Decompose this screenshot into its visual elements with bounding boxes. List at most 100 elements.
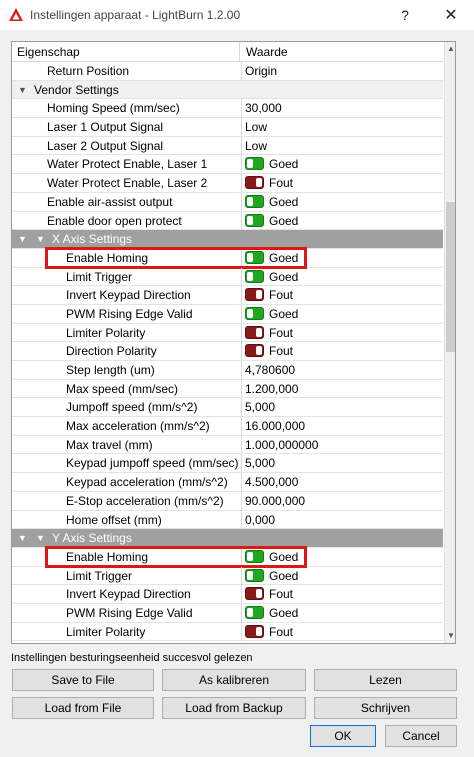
property-row[interactable]: Step length (um) 4,780600 [12, 361, 443, 380]
property-value[interactable]: Origin [241, 62, 443, 80]
property-row[interactable]: Enable Homing Goed [12, 246, 443, 269]
property-row[interactable]: Invert Keypad Direction Fout [12, 286, 443, 305]
property-value[interactable]: 5,000 [241, 454, 443, 473]
property-row[interactable]: Limit Trigger Goed [12, 267, 443, 287]
property-row[interactable]: Limit Trigger Goed [12, 566, 443, 586]
property-value[interactable]: Fout [241, 622, 443, 641]
subgroup-row[interactable]: ▼ ▼ X Axis Settings [12, 230, 443, 249]
property-value-text: Goed [269, 213, 299, 228]
property-value[interactable]: Goed [241, 155, 443, 174]
property-row[interactable]: Return Position Origin [12, 62, 443, 81]
ok-button[interactable]: OK [310, 725, 376, 747]
expand-chevron-icon[interactable]: ▼ [18, 81, 27, 99]
toggle-off-icon[interactable] [245, 344, 264, 358]
cancel-button[interactable]: Cancel [385, 725, 457, 747]
toggle-on-icon[interactable] [245, 250, 264, 264]
property-value[interactable]: Low [241, 118, 443, 137]
property-row[interactable]: PWM Rising Edge Valid Goed [12, 603, 443, 623]
property-value[interactable]: Goed [241, 248, 443, 267]
toggle-on-icon[interactable] [245, 194, 264, 208]
column-header-value[interactable]: Waarde [241, 42, 288, 62]
toggle-on-icon[interactable] [245, 605, 264, 619]
property-row[interactable]: E-Stop acceleration (mm/s^2) 90.000,000 [12, 491, 443, 511]
property-row[interactable]: Max speed (mm/sec) 1.200,000 [12, 379, 443, 399]
toggle-on-icon[interactable] [245, 306, 264, 320]
close-button[interactable]: ✕ [428, 0, 474, 30]
property-row[interactable]: Direction Polarity Fout [12, 342, 443, 361]
property-value[interactable]: Low [241, 136, 443, 155]
property-value[interactable]: 0,000 [241, 510, 443, 529]
property-value[interactable]: Fout [241, 342, 443, 361]
property-value[interactable]: 90.000,000 [241, 491, 443, 510]
column-header-property[interactable]: Eigenschap [12, 42, 240, 62]
property-row[interactable]: Limiter Polarity Fout [12, 622, 443, 642]
property-row[interactable]: Max acceleration (mm/s^2) 16.000,000 [12, 417, 443, 436]
property-row[interactable]: Homing Speed (mm/sec) 30,000 [12, 99, 443, 119]
property-value[interactable]: Goed [241, 547, 443, 566]
scroll-down-arrow-icon[interactable]: ▼ [445, 629, 455, 643]
property-value-text: Fout [269, 176, 294, 191]
expand-chevron-icon[interactable]: ▼ [36, 230, 45, 248]
group-row[interactable]: ▼ Vendor Settings [12, 80, 443, 100]
property-value[interactable]: 4.500,000 [241, 473, 443, 492]
toggle-off-icon[interactable] [245, 624, 264, 638]
toggle-on-icon[interactable] [245, 157, 264, 171]
property-value[interactable]: 1.000,000000 [241, 435, 443, 454]
read-button[interactable]: Lezen [314, 669, 457, 691]
property-value[interactable]: Goed [241, 267, 443, 286]
property-value[interactable]: Fout [241, 323, 443, 342]
expand-chevron-icon[interactable]: ▼ [18, 230, 27, 248]
property-row[interactable]: PWM Rising Edge Valid Goed [12, 304, 443, 324]
property-row[interactable]: Jumpoff speed (mm/s^2) 5,000 [12, 398, 443, 418]
property-row[interactable]: Limiter Polarity Fout [12, 323, 443, 343]
expand-chevron-icon[interactable]: ▼ [18, 529, 27, 547]
load-from-backup-button[interactable]: Load from Backup [162, 697, 306, 719]
toggle-off-icon[interactable] [245, 288, 264, 302]
help-button[interactable]: ? [382, 0, 428, 30]
property-value[interactable]: Fout [241, 174, 443, 193]
property-row[interactable]: Enable air-assist output Goed [12, 192, 443, 212]
property-row[interactable]: Keypad acceleration (mm/s^2) 4.500,000 [12, 473, 443, 492]
property-value[interactable]: 30,000 [241, 99, 443, 118]
property-row[interactable]: Water Protect Enable, Laser 1 Goed [12, 155, 443, 175]
toggle-on-icon[interactable] [245, 568, 264, 582]
scroll-up-arrow-icon[interactable]: ▲ [445, 42, 455, 56]
toggle-on-icon[interactable] [245, 269, 264, 283]
property-value[interactable]: Goed [241, 566, 443, 585]
property-row[interactable]: Enable door open protect Goed [12, 211, 443, 231]
property-row[interactable]: Water Protect Enable, Laser 2 Fout [12, 174, 443, 193]
property-row[interactable]: Enable Homing Goed [12, 545, 443, 568]
property-value[interactable]: 4,780600 [241, 361, 443, 379]
toggle-off-icon[interactable] [245, 176, 264, 190]
property-row[interactable]: Invert Keypad Direction Fout [12, 585, 443, 604]
subgroup-row[interactable]: ▼ ▼ Y Axis Settings [12, 529, 443, 548]
property-row[interactable]: Keypad jumpoff speed (mm/sec) 5,000 [12, 454, 443, 474]
expand-chevron-icon[interactable]: ▼ [36, 529, 45, 547]
toggle-off-icon[interactable] [245, 325, 264, 339]
calibrate-axis-button[interactable]: As kalibreren [162, 669, 306, 691]
property-row[interactable]: Home offset (mm) 0,000 [12, 510, 443, 530]
property-value-text: Goed [269, 194, 299, 209]
vertical-scrollbar[interactable]: ▲ ▼ [444, 42, 455, 643]
property-value[interactable]: Goed [241, 192, 443, 211]
toggle-on-icon[interactable] [245, 213, 264, 227]
property-value[interactable]: Goed [241, 304, 443, 323]
scrollbar-thumb[interactable] [446, 202, 455, 352]
write-button[interactable]: Schrijven [314, 697, 457, 719]
property-value[interactable]: 5,000 [241, 398, 443, 417]
load-from-file-button[interactable]: Load from File [12, 697, 154, 719]
property-value[interactable]: Goed [241, 603, 443, 622]
property-value[interactable]: Goed [241, 211, 443, 230]
property-row[interactable]: Laser 2 Output Signal Low [12, 136, 443, 156]
property-value[interactable]: 16.000,000 [241, 417, 443, 436]
toggle-off-icon[interactable] [245, 587, 264, 601]
save-to-file-button[interactable]: Save to File [12, 669, 154, 691]
settings-property-grid[interactable]: Eigenschap Waarde Return Position Origin ▼… [11, 41, 456, 644]
property-row[interactable]: Laser 1 Output Signal Low [12, 118, 443, 137]
toggle-on-icon[interactable] [245, 549, 264, 563]
property-value[interactable]: 1.200,000 [241, 379, 443, 398]
property-value-text: Fout [269, 325, 294, 340]
property-value[interactable]: Fout [241, 585, 443, 604]
property-value[interactable]: Fout [241, 286, 443, 305]
property-row[interactable]: Max travel (mm) 1.000,000000 [12, 435, 443, 455]
